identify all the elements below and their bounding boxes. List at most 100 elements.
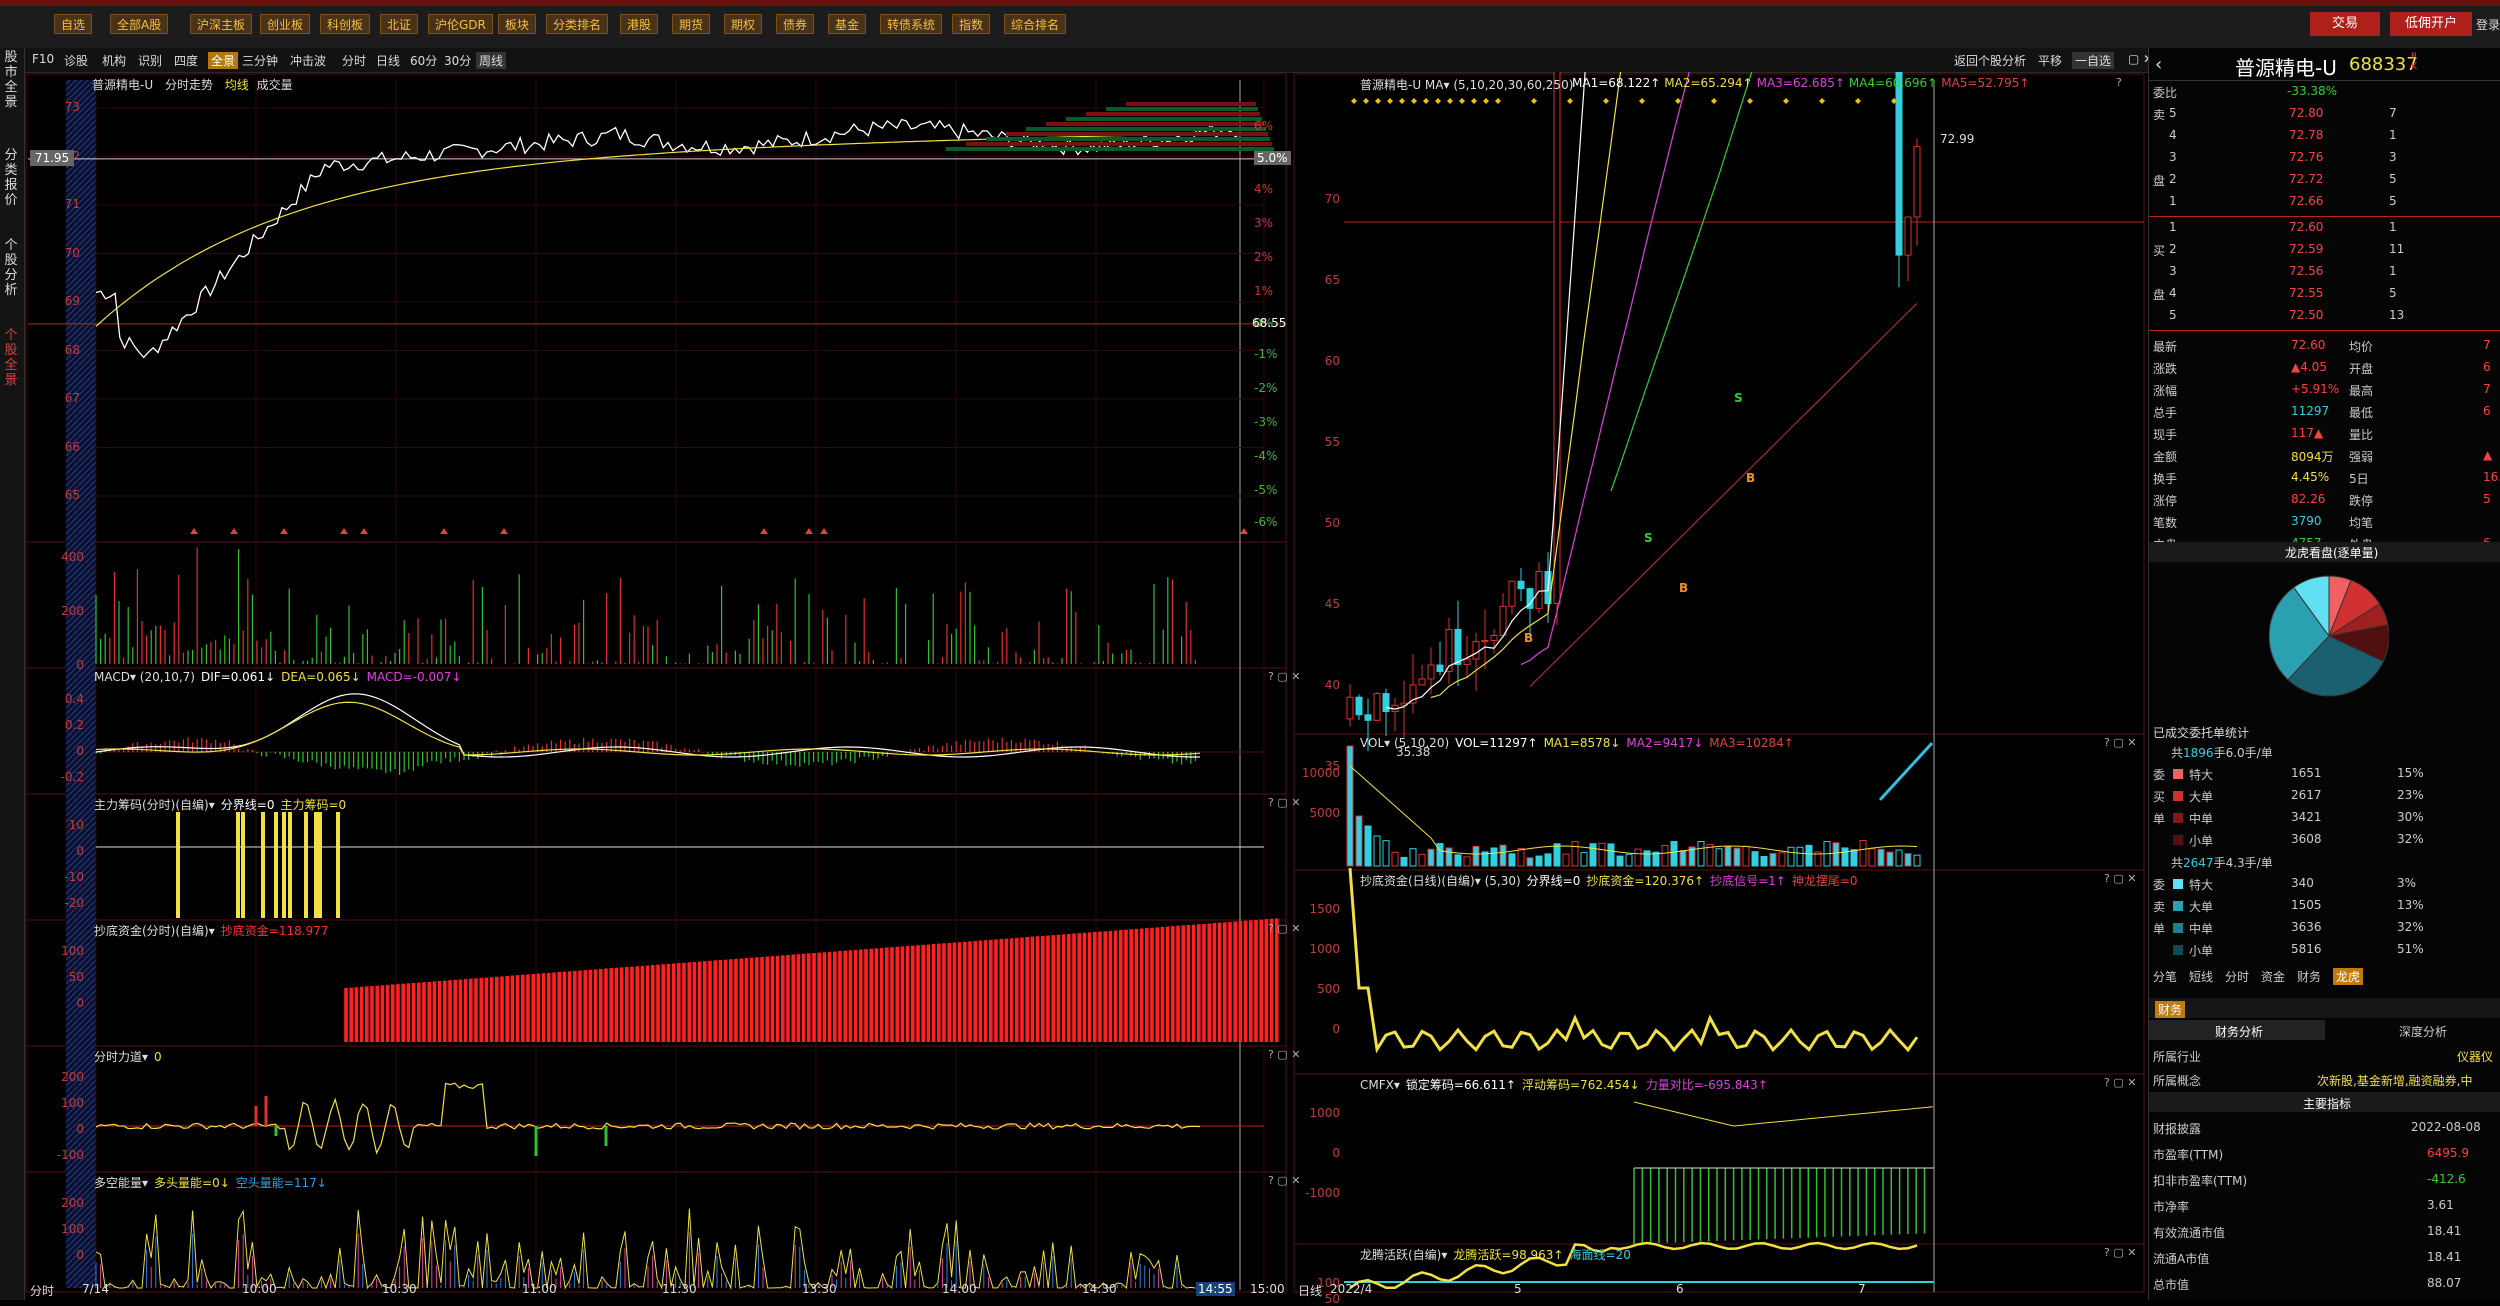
pct-tick-9: -3% [1254, 415, 1278, 430]
open-account-button[interactable]: 低佣开户 [2390, 12, 2472, 36]
dvol-bar-44 [1742, 845, 1750, 867]
watchlist-select[interactable]: 一自选 [2072, 52, 2115, 69]
left-ind-title-duokong[interactable]: 多空能量▾ [94, 1176, 148, 1190]
fin-tab[interactable]: 财务 [2155, 1001, 2186, 1018]
quote-tab-5[interactable]: 龙虎 [2333, 968, 2364, 985]
daily-tick-3: 55 [1324, 435, 1340, 450]
tab-60[interactable]: 60分 [410, 52, 437, 69]
view-tabs: F10 诊股 机构 识别 四度 全景 三分钟 冲击波 分时 日线 60分 30分… [24, 48, 2500, 73]
toolbar-button-1[interactable]: 全部A股 [110, 14, 169, 34]
toolbar-button-5[interactable]: 北证 [380, 14, 419, 34]
chart-area[interactable]: B S B S B [24, 72, 2148, 1300]
left-ind-controls-chaodi[interactable]: ? ▢ ✕ [1268, 922, 1300, 935]
right-ind-controls-chaodi-day[interactable]: ? ▢ ✕ [2104, 872, 2136, 885]
left-ind-head-duokong: 多空能量▾ 多头量能=0↓ 空头量能=117↓ [94, 1174, 327, 1191]
right-ind-title-chaodi-day[interactable]: 抄底资金(日线)(自编)▾ (5,30) [1360, 874, 1521, 888]
right-ind-tick-chaodi-day-2: 500 [1317, 982, 1340, 996]
tab-30[interactable]: 30分 [444, 52, 471, 69]
pan-button[interactable]: 平移 [2038, 52, 2062, 69]
fin-sub-analysis[interactable]: 财务分析 [2215, 1023, 2263, 1040]
industry-label: 所属行业 [2153, 1050, 2202, 1064]
vtab-quote[interactable]: 分类报价 [0, 148, 22, 208]
depth-block-7 [986, 137, 1270, 141]
right-ind-value-vol-3: MA3=10284↑ [1709, 736, 1794, 750]
intraday-period-label[interactable]: 分时 [30, 1282, 54, 1299]
vtab-market[interactable]: 股市全景 [0, 50, 22, 110]
right-ind-title-cmfx[interactable]: CMFX▾ [1360, 1078, 1400, 1092]
event-diamond-6 [1423, 98, 1429, 104]
toolbar-button-14[interactable]: 转债系统 [880, 14, 943, 34]
toolbar-button-12[interactable]: 债券 [776, 14, 815, 34]
tab-f10[interactable]: F10 [32, 52, 54, 66]
right-ind-value-longteng-0: 龙腾活跃=98.963↑ [1453, 1248, 1564, 1262]
stat-label-8: 笔数 [2153, 516, 2178, 530]
tab-siduo[interactable]: 四度 [174, 52, 198, 69]
toolbar-button-0[interactable]: 自选 [54, 14, 93, 34]
left-ind-head-lidao: 分时力道▾ 0 [94, 1048, 162, 1065]
tab-shibie[interactable]: 识别 [138, 52, 162, 69]
vtab-analysis[interactable]: 个股分析 [0, 238, 22, 298]
daily-controls[interactable]: ? [2116, 76, 2122, 89]
tab-week-select[interactable]: 周线 [476, 52, 507, 69]
left-ind-controls-MACD[interactable]: ? ▢ ✕ [1268, 670, 1300, 683]
quote-tab-0[interactable]: 分笔 [2153, 968, 2177, 985]
toolbar-button-15[interactable]: 指数 [952, 14, 991, 34]
signal-marker-10 [1240, 528, 1248, 534]
buy-vol-1: 2617 [2291, 788, 2322, 802]
depth-block-6 [1006, 132, 1268, 136]
depth-block-3 [1066, 117, 1262, 121]
dvol-bar-1 [1355, 815, 1363, 867]
right-ind-controls-vol[interactable]: ? ▢ ✕ [2104, 736, 2136, 749]
left-ind-title-MACD[interactable]: MACD▾ (20,10,7) [94, 670, 195, 684]
stat-label2-7: 跌停 [2349, 494, 2374, 508]
toolbar-button-2[interactable]: 沪深主板 [190, 14, 253, 34]
daily-period-label[interactable]: 日线 [1298, 1282, 1322, 1299]
quote-tab-1[interactable]: 短线 [2189, 968, 2213, 985]
tab-zhengu[interactable]: 诊股 [64, 52, 88, 69]
right-ind-value-chaodi-day-3: 神龙摆尾=0 [1791, 874, 1858, 888]
right-ind-title-longteng[interactable]: 龙腾活跃(自编)▾ [1360, 1248, 1447, 1262]
login-link[interactable]: 登录 [2476, 16, 2500, 33]
toolbar-button-4[interactable]: 科创板 [320, 14, 371, 34]
date-tick-3: 7 [1858, 1282, 1866, 1296]
left-ind-title-lidao[interactable]: 分时力道▾ [94, 1050, 148, 1064]
toolbar-button-11[interactable]: 期权 [724, 14, 763, 34]
left-ind-tick-zhuli-1: 0 [76, 844, 84, 858]
left-ind-title-zhuli[interactable]: 主力筹码(分时)(自编)▾ [94, 798, 215, 812]
weibi-value: -33.38% [2287, 84, 2338, 98]
toolbar-button-16[interactable]: 综合排名 [1004, 14, 1067, 34]
fin-sub-deep[interactable]: 深度分析 [2399, 1023, 2447, 1040]
tab-jigou[interactable]: 机构 [102, 52, 126, 69]
tab-fenshi[interactable]: 分时 [342, 52, 366, 69]
toolbar-button-9[interactable]: 港股 [620, 14, 659, 34]
quote-tab-4[interactable]: 财务 [2297, 968, 2321, 985]
toolbar-button-7[interactable]: 板块 [498, 14, 537, 34]
back-button[interactable]: 返回个股分析 [1954, 52, 2026, 69]
toolbar-button-3[interactable]: 创业板 [260, 14, 311, 34]
tab-chongji[interactable]: 冲击波 [290, 52, 326, 69]
dvol-bar-43 [1733, 847, 1741, 867]
back-chevron-icon[interactable]: ‹ [2155, 54, 2162, 75]
tab-rixian[interactable]: 日线 [376, 52, 400, 69]
toolbar-button-8[interactable]: 分类排名 [546, 14, 609, 34]
left-ind-controls-lidao[interactable]: ? ▢ ✕ [1268, 1048, 1300, 1061]
concept-value: 次新股,基金新增,融资融券,中 [2317, 1074, 2473, 1088]
toolbar-button-10[interactable]: 期货 [672, 14, 711, 34]
signal-marker-9 [820, 528, 828, 534]
toolbar-button-13[interactable]: 基金 [828, 14, 867, 34]
quote-tab-2[interactable]: 分时 [2225, 968, 2249, 985]
left-ind-title-chaodi[interactable]: 抄底资金(分时)(自编)▾ [94, 924, 215, 938]
right-ind-controls-cmfx[interactable]: ? ▢ ✕ [2104, 1076, 2136, 1089]
daily-head[interactable]: 普源精电-U MA▾ (5,10,20,30,60,250) [1360, 76, 1573, 93]
tab-sanfen[interactable]: 三分钟 [242, 52, 278, 69]
trade-button[interactable]: 交易 [2310, 12, 2380, 36]
tab-full[interactable]: 全景 [208, 52, 239, 69]
quote-tab-3[interactable]: 资金 [2261, 968, 2285, 985]
vtab-panorama[interactable]: 个股全景 [0, 328, 22, 388]
right-ind-controls-longteng[interactable]: ? ▢ ✕ [2104, 1246, 2136, 1259]
dvol-bar-22 [1544, 853, 1552, 867]
right-ind-title-vol[interactable]: VOL▾ (5,10,20) [1360, 736, 1449, 750]
fin-tab-bar [2149, 998, 2500, 1018]
right-ind-tick-chaodi-day-3: 0 [1332, 1022, 1340, 1036]
toolbar-button-6[interactable]: 沪伦GDR [428, 14, 493, 34]
